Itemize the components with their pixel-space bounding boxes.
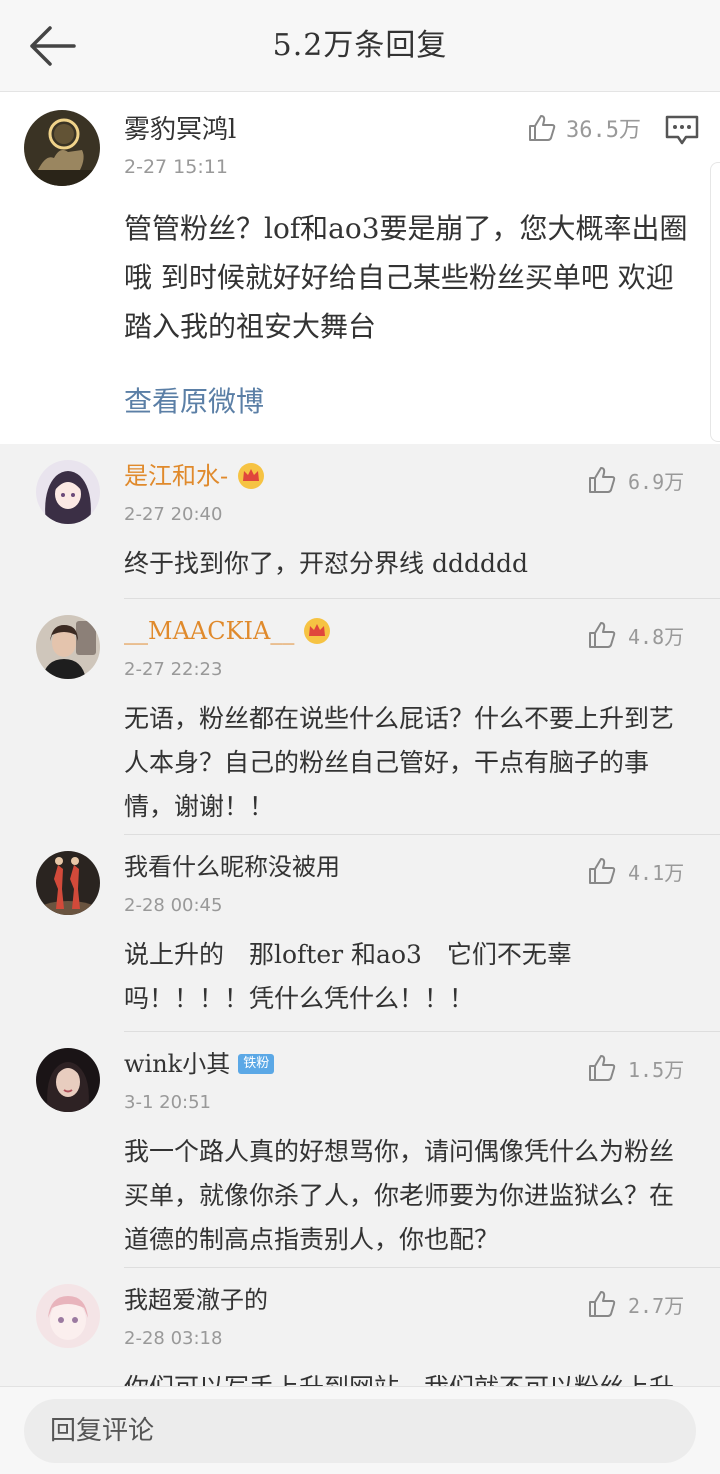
comment-text: 管管粉丝？lof和ao3要是崩了，您大概率出圈哦 到时候就好好给自己某些粉丝买单… bbox=[124, 212, 688, 343]
timestamp: 2-27 15:11 bbox=[124, 156, 228, 178]
username[interactable]: 雾豹冥鸿l bbox=[124, 110, 236, 150]
comment-text: 无语，粉丝都在说些什么屁话？什么不要上升到艺人本身？自己的粉丝自己管好，干点有脑… bbox=[124, 704, 675, 821]
username[interactable]: 是江和水- bbox=[124, 456, 266, 496]
reply-input[interactable]: 回复评论 bbox=[24, 1399, 696, 1463]
like-count: 1.5万 bbox=[628, 1057, 685, 1082]
username[interactable]: __MAACKIA__ bbox=[124, 611, 332, 651]
timestamp: 2-27 22:23 bbox=[124, 659, 223, 680]
page-title: 5.2万条回复 bbox=[272, 28, 448, 63]
avatar[interactable] bbox=[36, 851, 100, 915]
like-count: 4.8万 bbox=[628, 624, 685, 649]
like-count: 6.9万 bbox=[628, 469, 685, 494]
like-count: 4.1万 bbox=[628, 860, 685, 885]
like-count: 2.7万 bbox=[628, 1293, 685, 1318]
username[interactable]: wink小其 铁粉 bbox=[124, 1044, 275, 1084]
view-original-link[interactable]: 查看原微博 bbox=[124, 380, 264, 424]
thumbs-up-icon bbox=[589, 858, 616, 884]
reply-item: __MAACKIA__ 2-27 22:23 4.8万 无语，粉丝都在说些什么屁… bbox=[0, 599, 720, 835]
timestamp: 2-28 00:45 bbox=[124, 895, 223, 916]
reply-item: 是江和水- 2-27 20:40 6.9万 终于找到你了，开怼分界线 ddddd… bbox=[0, 444, 720, 599]
comment-text: 说上升的 那lofter 和ao3 它们不无辜吗！！！！凭什么凭什么！！！ bbox=[124, 940, 572, 1013]
username-text: 我超爱澈子的 bbox=[124, 1286, 268, 1314]
like-button[interactable]: 6.9万 bbox=[586, 462, 684, 498]
thumbs-up-icon bbox=[589, 1291, 616, 1317]
like-count: 36.5万 bbox=[566, 118, 641, 143]
username-text: 我看什么昵称没被用 bbox=[124, 853, 340, 881]
crown-badge-icon bbox=[238, 463, 265, 489]
username[interactable]: 我看什么昵称没被用 bbox=[124, 847, 340, 887]
like-button[interactable]: 4.1万 bbox=[586, 853, 684, 889]
more-icon[interactable] bbox=[664, 114, 700, 146]
main-comment: 雾豹冥鸿l 2-27 15:11 36.5万 管管粉丝？lof和ao3要是崩了，… bbox=[0, 92, 720, 444]
avatar[interactable] bbox=[36, 615, 100, 679]
avatar[interactable] bbox=[24, 110, 100, 186]
thumbs-up-icon bbox=[589, 1055, 616, 1081]
reply-item: 我看什么昵称没被用 2-28 00:45 4.1万 说上升的 那lofter 和… bbox=[0, 835, 720, 1032]
timestamp: 3-1 20:51 bbox=[124, 1092, 211, 1113]
avatar[interactable] bbox=[36, 1048, 100, 1112]
fan-badge: 铁粉 bbox=[238, 1054, 275, 1074]
thumbs-up-icon bbox=[589, 467, 616, 493]
like-button[interactable]: 4.8万 bbox=[586, 617, 684, 653]
bottom-reply-bar: 回复评论 bbox=[0, 1386, 720, 1474]
like-button[interactable]: 1.5万 bbox=[586, 1050, 684, 1086]
thumbs-up-icon bbox=[589, 622, 616, 648]
username[interactable]: 我超爱澈子的 bbox=[124, 1280, 268, 1320]
comment-text: 我一个路人真的好想骂你，请问偶像凭什么为粉丝买单，就像你杀了人，你老师要为你进监… bbox=[124, 1137, 675, 1254]
username-text: __MAACKIA__ bbox=[124, 617, 295, 645]
top-nav-bar: 5.2万条回复 bbox=[0, 0, 720, 92]
timestamp: 2-27 20:40 bbox=[124, 504, 223, 525]
reply-item: wink小其 铁粉 3-1 20:51 1.5万 我一个路人真的好想骂你，请问偶… bbox=[0, 1032, 720, 1268]
username-text: wink小其 bbox=[124, 1050, 231, 1078]
comment-text: 你们可以写手上升到网站，我们就不可以粉丝上升到艺人 bbox=[124, 1366, 694, 1386]
like-button[interactable]: 2.7万 bbox=[586, 1286, 684, 1322]
like-button[interactable]: 36.5万 bbox=[526, 110, 641, 146]
avatar[interactable] bbox=[36, 1284, 100, 1348]
side-panel-handle[interactable] bbox=[710, 162, 720, 442]
reply-item: 我超爱澈子的 2-28 03:18 2.7万 你们可以写手上升到网站，我们就不可… bbox=[0, 1268, 720, 1386]
comment-text: 终于找到你了，开怼分界线 dddddd bbox=[124, 549, 528, 578]
username-text: 是江和水- bbox=[124, 462, 229, 490]
thumbs-up-icon bbox=[529, 115, 556, 141]
avatar[interactable] bbox=[36, 460, 100, 524]
crown-badge-icon bbox=[304, 618, 331, 644]
timestamp: 2-28 03:18 bbox=[124, 1328, 223, 1349]
